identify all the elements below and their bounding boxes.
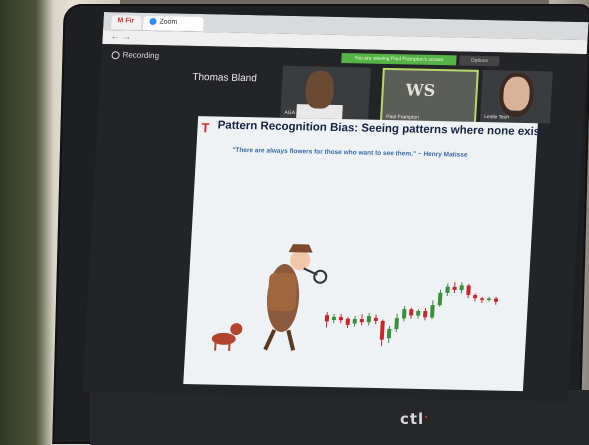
record-icon: [111, 51, 120, 60]
recording-indicator: Recording: [111, 50, 159, 60]
brand-dot: .: [424, 410, 430, 421]
participant-label: Leslie Tesh: [484, 114, 510, 121]
tab-gmail[interactable]: M Fir: [111, 15, 142, 30]
participant-tile[interactable]: AGA Roanoke Chapter: [280, 65, 371, 120]
back-forward-icons[interactable]: ← →: [110, 31, 131, 41]
candle-body: [379, 320, 385, 340]
participant-label: AGA Roanoke Chapter: [284, 109, 336, 117]
candle-body: [452, 286, 457, 290]
slide-title: Pattern Recognition Bias: Seeing pattern…: [217, 119, 548, 139]
candle-body: [386, 328, 392, 339]
participant-video: [304, 70, 335, 109]
laptop-screen: M Fir Zoom ← → Recording You are viewing…: [82, 12, 589, 403]
speaker-name: Thomas Bland: [192, 71, 258, 85]
participant-logo: WS: [405, 80, 436, 101]
participant-tile-active[interactable]: WS Paul Frampton: [379, 67, 479, 126]
candle-body: [373, 317, 378, 321]
view-options-button[interactable]: Options: [459, 55, 500, 67]
shared-slide: T Pattern Recognition Bias: Seeing patte…: [183, 116, 547, 392]
candle-body: [437, 292, 443, 306]
candlestick-chart: [324, 282, 499, 346]
slide-illustration: [211, 244, 499, 351]
slide-quote: "There are always flowers for those who …: [232, 146, 468, 159]
candle-body: [487, 298, 492, 301]
recording-label: Recording: [122, 50, 160, 61]
candle-body: [473, 295, 478, 299]
candle-body: [338, 317, 344, 321]
tab-zoom[interactable]: Zoom: [143, 15, 204, 32]
candle-body: [493, 298, 499, 302]
candle-body: [409, 309, 414, 316]
candle-body: [416, 310, 421, 316]
detective-illustration: [263, 244, 328, 351]
photo-scene: ctl. M Fir Zoom ← → Recording You are vi…: [0, 0, 589, 445]
candle-body: [480, 298, 485, 300]
candle-body: [445, 286, 450, 293]
dog-illustration: [211, 323, 243, 351]
participant-tile[interactable]: Leslie Tesh: [479, 69, 553, 124]
candle-body: [331, 316, 337, 321]
candle-body: [345, 318, 350, 325]
participant-video: [502, 76, 531, 111]
zoom-tab-label: Zoom: [159, 18, 178, 26]
candle-body: [459, 285, 464, 291]
screen-share-banner: You are viewing Paul Frampton's screen: [341, 53, 457, 66]
zoom-meeting-window: Recording You are viewing Paul Frampton'…: [82, 43, 587, 403]
gmail-tab-label: M Fir: [117, 17, 135, 25]
candle-body: [401, 309, 407, 319]
candle-body: [324, 315, 330, 322]
brand-text: ctl: [400, 410, 425, 428]
candle-body: [359, 319, 364, 323]
candle-body: [352, 318, 357, 324]
candle-body: [423, 311, 428, 318]
zoom-icon: [149, 17, 157, 26]
candle-body: [430, 304, 435, 318]
candle-body: [394, 318, 399, 330]
candle-body: [466, 285, 471, 295]
laptop-brand-logo: ctl.: [400, 410, 429, 428]
candle-body: [366, 316, 372, 323]
slide-logo-mark: T: [201, 120, 210, 136]
